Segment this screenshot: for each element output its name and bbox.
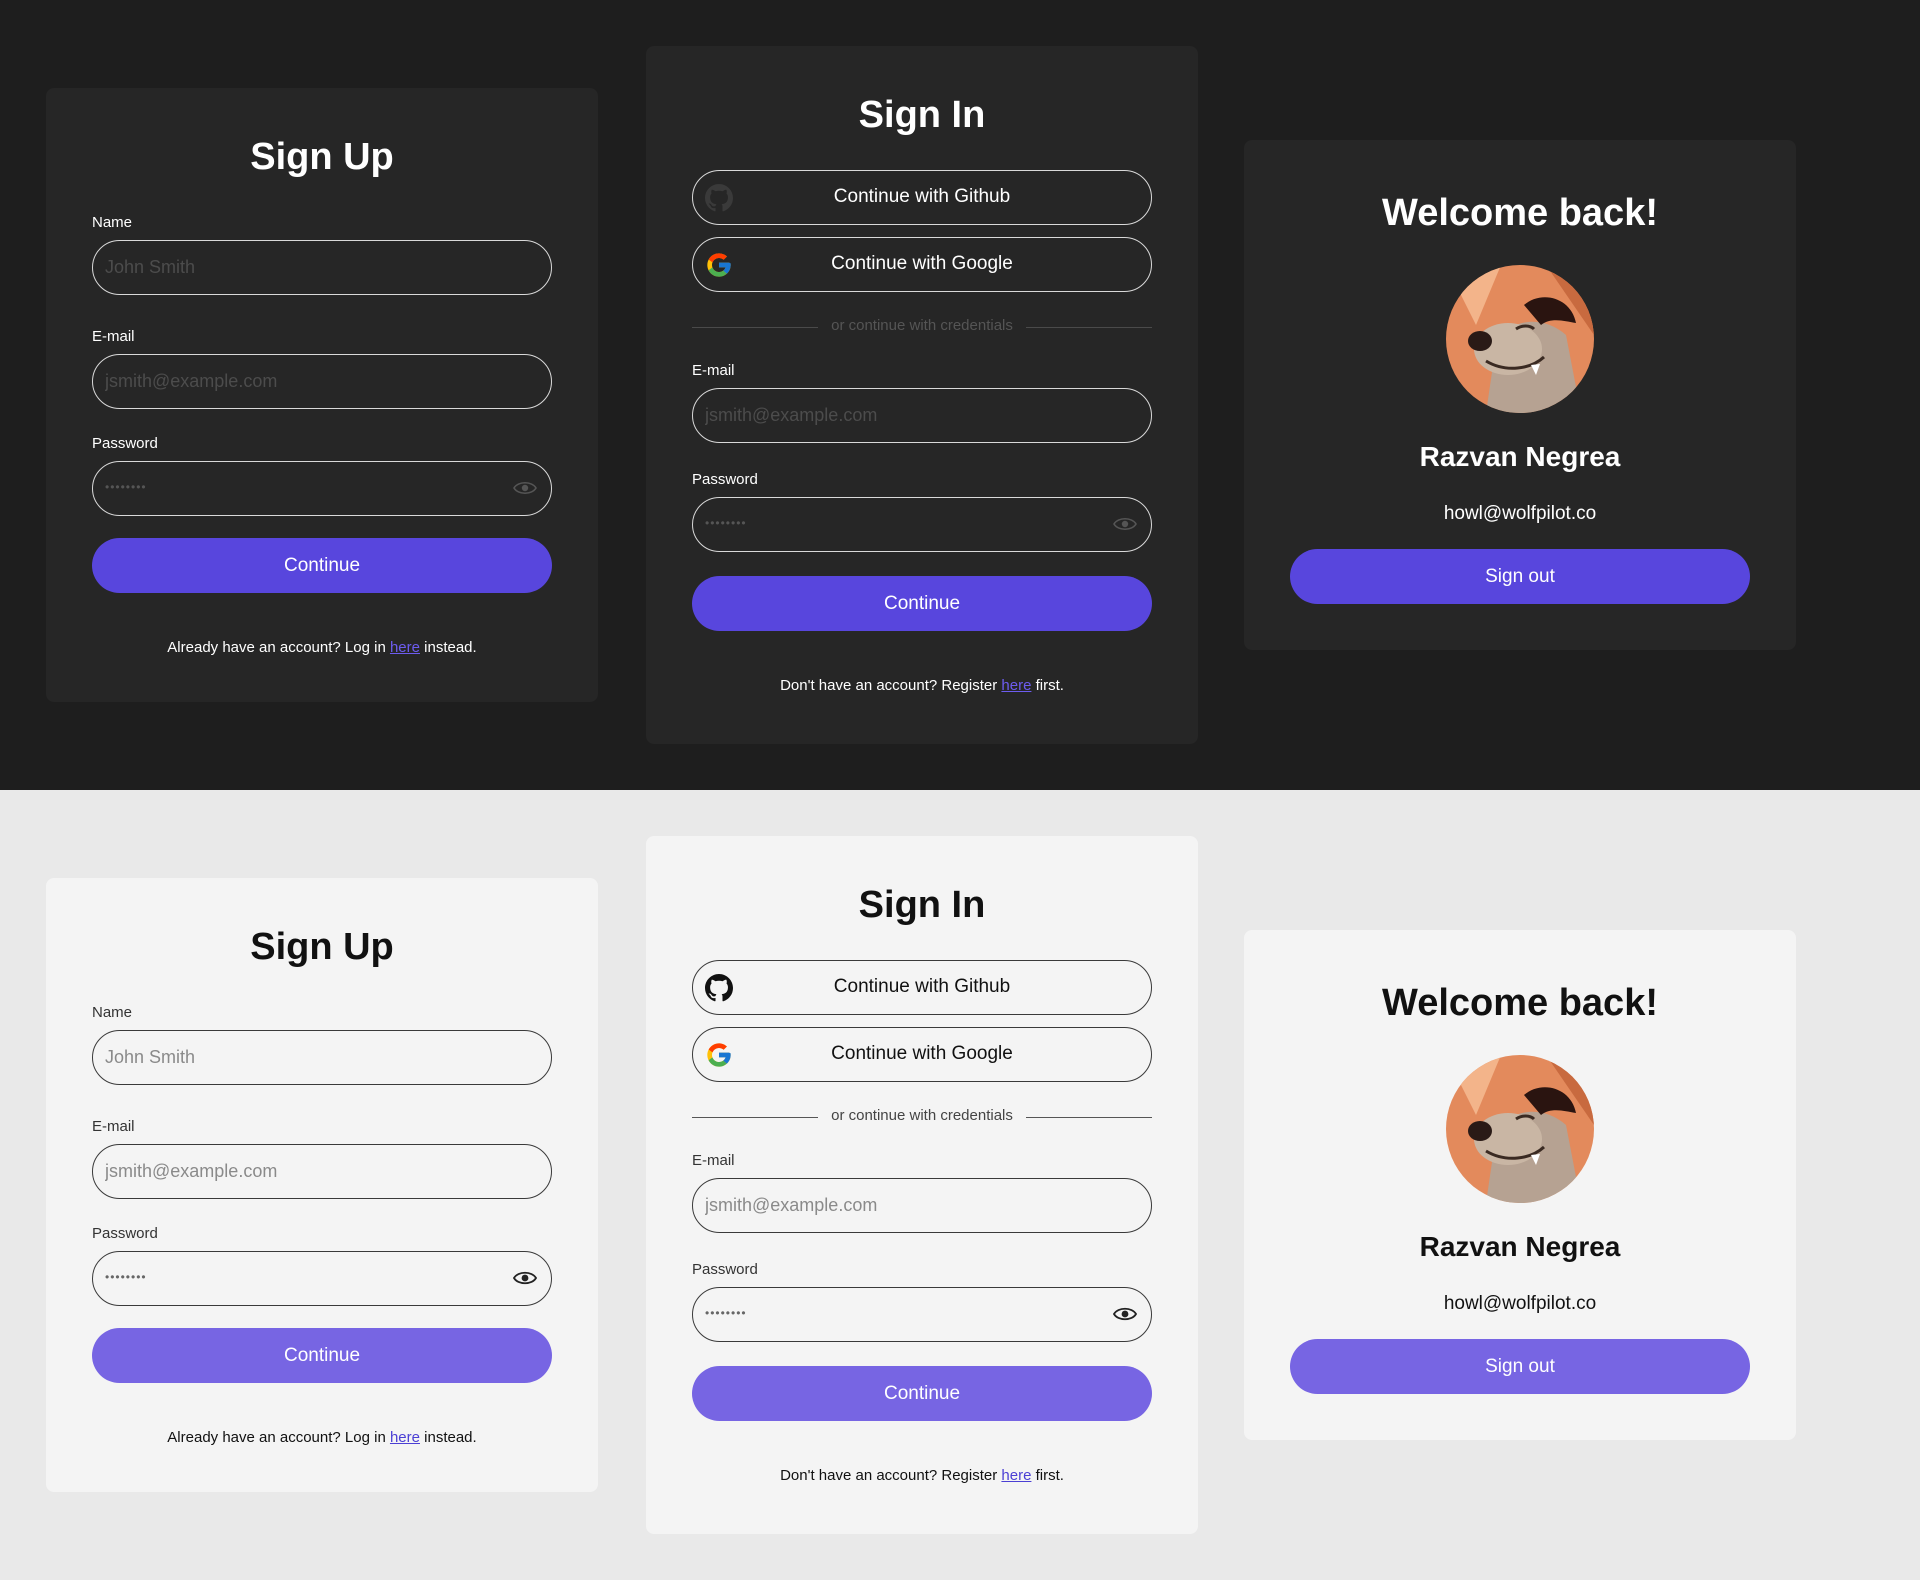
avatar (1446, 265, 1594, 413)
footer-prefix: Don't have an account? Register (780, 1467, 1002, 1484)
google-icon (707, 253, 731, 277)
email-field-wrapper (692, 1178, 1152, 1233)
name-field-wrapper (92, 1030, 552, 1085)
footer-suffix: instead. (419, 1429, 477, 1446)
welcome-title: Welcome back! (1382, 982, 1658, 1024)
profile-email: howl@wolfpilot.co (1443, 503, 1597, 524)
google-label: Continue with Google (831, 1043, 1013, 1064)
github-icon (705, 184, 733, 212)
password-field[interactable]: •••••••• (692, 1287, 1152, 1342)
signout-button[interactable]: Sign out (1290, 549, 1750, 604)
footer-suffix: instead. (419, 639, 477, 656)
name-field-wrapper (92, 240, 552, 295)
google-button[interactable]: Continue with Google (692, 1027, 1152, 1082)
divider-text: or continue with credentials (831, 1107, 1013, 1124)
signin-form: Continue with Github Continue with Googl… (692, 960, 1152, 1484)
signup-card: Sign Up Name E-mail Password •••••••• Co… (46, 88, 598, 702)
eye-icon[interactable] (513, 479, 537, 497)
signup-card: Sign Up Name E-mail Password •••••••• Co… (46, 878, 598, 1492)
footer-suffix: first. (1031, 1467, 1064, 1484)
dark-theme-section: Sign Up Name E-mail Password •••••••• Co… (0, 0, 1920, 790)
password-field[interactable]: •••••••• (92, 461, 552, 516)
signin-card: Sign In Continue with Github Continue wi… (646, 836, 1198, 1534)
email-label: E-mail (692, 1152, 735, 1169)
signin-card: Sign In Continue with Github Continue wi… (646, 46, 1198, 744)
signin-footer: Don't have an account? Register here fir… (692, 677, 1152, 694)
email-field-wrapper (692, 388, 1152, 443)
password-label: Password (92, 1225, 158, 1242)
github-icon (705, 974, 733, 1002)
register-link[interactable]: here (1001, 1467, 1031, 1484)
signup-footer: Already have an account? Log in here ins… (92, 639, 552, 656)
divider: or continue with credentials (692, 1107, 1152, 1127)
profile-card: Welcome back! Razvan Negrea howl@wolfpil… (1244, 140, 1796, 650)
password-value: •••••••• (705, 516, 747, 530)
light-theme-section: Sign Up Name E-mail Password •••••••• Co… (0, 790, 1920, 1580)
profile-name: Razvan Negrea (1419, 1231, 1621, 1262)
wolf-avatar-icon (1446, 265, 1594, 413)
welcome-title: Welcome back! (1382, 192, 1658, 234)
password-label: Password (692, 1261, 758, 1278)
signin-footer: Don't have an account? Register here fir… (692, 1467, 1152, 1484)
continue-button[interactable]: Continue (92, 538, 552, 593)
profile-name: Razvan Negrea (1419, 441, 1621, 472)
continue-button[interactable]: Continue (692, 1366, 1152, 1421)
signup-title: Sign Up (250, 136, 394, 178)
password-field[interactable]: •••••••• (92, 1251, 552, 1306)
footer-suffix: first. (1031, 677, 1064, 694)
email-input[interactable] (705, 1179, 1105, 1231)
email-input[interactable] (705, 389, 1105, 441)
signout-button[interactable]: Sign out (1290, 1339, 1750, 1394)
signup-footer: Already have an account? Log in here ins… (92, 1429, 552, 1446)
google-icon (707, 1043, 731, 1067)
github-label: Continue with Github (833, 186, 1011, 207)
footer-prefix: Don't have an account? Register (780, 677, 1002, 694)
github-button[interactable]: Continue with Github (692, 170, 1152, 225)
login-link[interactable]: here (390, 639, 420, 656)
continue-button[interactable]: Continue (692, 576, 1152, 631)
eye-icon[interactable] (513, 1269, 537, 1287)
password-label: Password (692, 471, 758, 488)
email-field-wrapper (92, 354, 552, 409)
google-button[interactable]: Continue with Google (692, 237, 1152, 292)
login-link[interactable]: here (390, 1429, 420, 1446)
name-input[interactable] (105, 1031, 505, 1083)
password-value: •••••••• (105, 480, 147, 494)
google-label: Continue with Google (831, 253, 1013, 274)
password-field[interactable]: •••••••• (692, 497, 1152, 552)
name-label: Name (92, 1004, 133, 1021)
name-input[interactable] (105, 241, 505, 293)
email-input[interactable] (105, 355, 505, 407)
profile-card: Welcome back! Razvan Negrea howl@wolfpil… (1244, 930, 1796, 1440)
password-value: •••••••• (705, 1306, 747, 1320)
password-value: •••••••• (105, 1270, 147, 1284)
wolf-avatar-icon (1446, 1055, 1594, 1203)
footer-prefix: Already have an account? Log in (167, 639, 390, 656)
email-label: E-mail (692, 362, 735, 379)
signup-form: Name E-mail Password •••••••• Continue A… (92, 214, 552, 656)
eye-icon[interactable] (1113, 1305, 1137, 1323)
continue-button[interactable]: Continue (92, 1328, 552, 1383)
signup-title: Sign Up (250, 926, 394, 968)
profile-email: howl@wolfpilot.co (1443, 1293, 1597, 1314)
email-label: E-mail (92, 1118, 135, 1135)
divider-text: or continue with credentials (831, 317, 1013, 334)
eye-icon[interactable] (1113, 515, 1137, 533)
email-field-wrapper (92, 1144, 552, 1199)
email-input[interactable] (105, 1145, 505, 1197)
github-label: Continue with Github (833, 976, 1011, 997)
signin-title: Sign In (858, 884, 986, 926)
name-label: Name (92, 214, 133, 231)
email-label: E-mail (92, 328, 135, 345)
footer-prefix: Already have an account? Log in (167, 1429, 390, 1446)
signin-title: Sign In (858, 94, 986, 136)
register-link[interactable]: here (1001, 677, 1031, 694)
avatar (1446, 1055, 1594, 1203)
github-button[interactable]: Continue with Github (692, 960, 1152, 1015)
password-label: Password (92, 435, 158, 452)
divider: or continue with credentials (692, 317, 1152, 337)
signin-form: Continue with Github Continue with Googl… (692, 170, 1152, 694)
signup-form: Name E-mail Password •••••••• Continue A… (92, 1004, 552, 1446)
